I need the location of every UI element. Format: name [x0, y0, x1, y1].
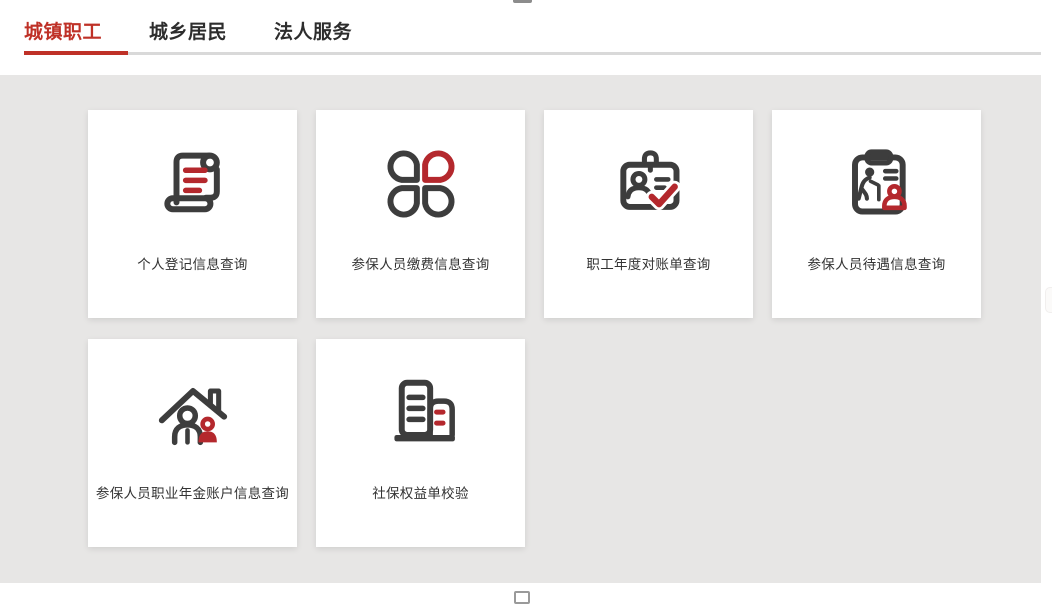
card-label: 职工年度对账单查询	[544, 253, 753, 273]
buildings-icon	[316, 365, 525, 461]
active-tab-underline	[24, 51, 128, 55]
right-edge-nub	[1045, 287, 1052, 313]
card-payment-info-query[interactable]: 参保人员缴费信息查询	[316, 110, 525, 318]
house-people-icon	[88, 365, 297, 461]
tab-urban-rural-residents[interactable]: 城乡居民	[149, 19, 227, 47]
clover-icon	[316, 136, 525, 232]
card-label: 参保人员待遇信息查询	[772, 253, 981, 273]
card-label: 参保人员缴费信息查询	[316, 253, 525, 273]
services-panel: 个人登记信息查询 参保人员缴费信息查询	[0, 75, 1041, 583]
tab-underline-track	[128, 52, 1041, 55]
card-rights-statement-verification[interactable]: 社保权益单校验	[316, 339, 525, 547]
clipboard-elder-icon	[772, 136, 981, 232]
card-personal-registration-query[interactable]: 个人登记信息查询	[88, 110, 297, 318]
scroll-document-icon	[88, 136, 297, 232]
tab-urban-employees[interactable]: 城镇职工	[24, 19, 102, 47]
card-benefits-info-query[interactable]: 参保人员待遇信息查询	[772, 110, 981, 318]
bottom-cutoff-box[interactable]	[514, 591, 530, 604]
card-occupational-pension-query[interactable]: 参保人员职业年金账户信息查询	[88, 339, 297, 547]
page-background: 城镇职工 城乡居民 法人服务 个人登记信息查询	[0, 0, 1052, 600]
card-annual-statement-query[interactable]: 职工年度对账单查询	[544, 110, 753, 318]
card-label: 个人登记信息查询	[88, 253, 297, 273]
card-label: 参保人员职业年金账户信息查询	[88, 482, 297, 502]
card-label: 社保权益单校验	[316, 482, 525, 502]
tab-bar: 城镇职工 城乡居民 法人服务	[24, 19, 352, 47]
id-badge-check-icon	[544, 136, 753, 232]
tab-legal-person-services[interactable]: 法人服务	[274, 19, 352, 47]
top-cutoff-handle	[513, 0, 532, 3]
